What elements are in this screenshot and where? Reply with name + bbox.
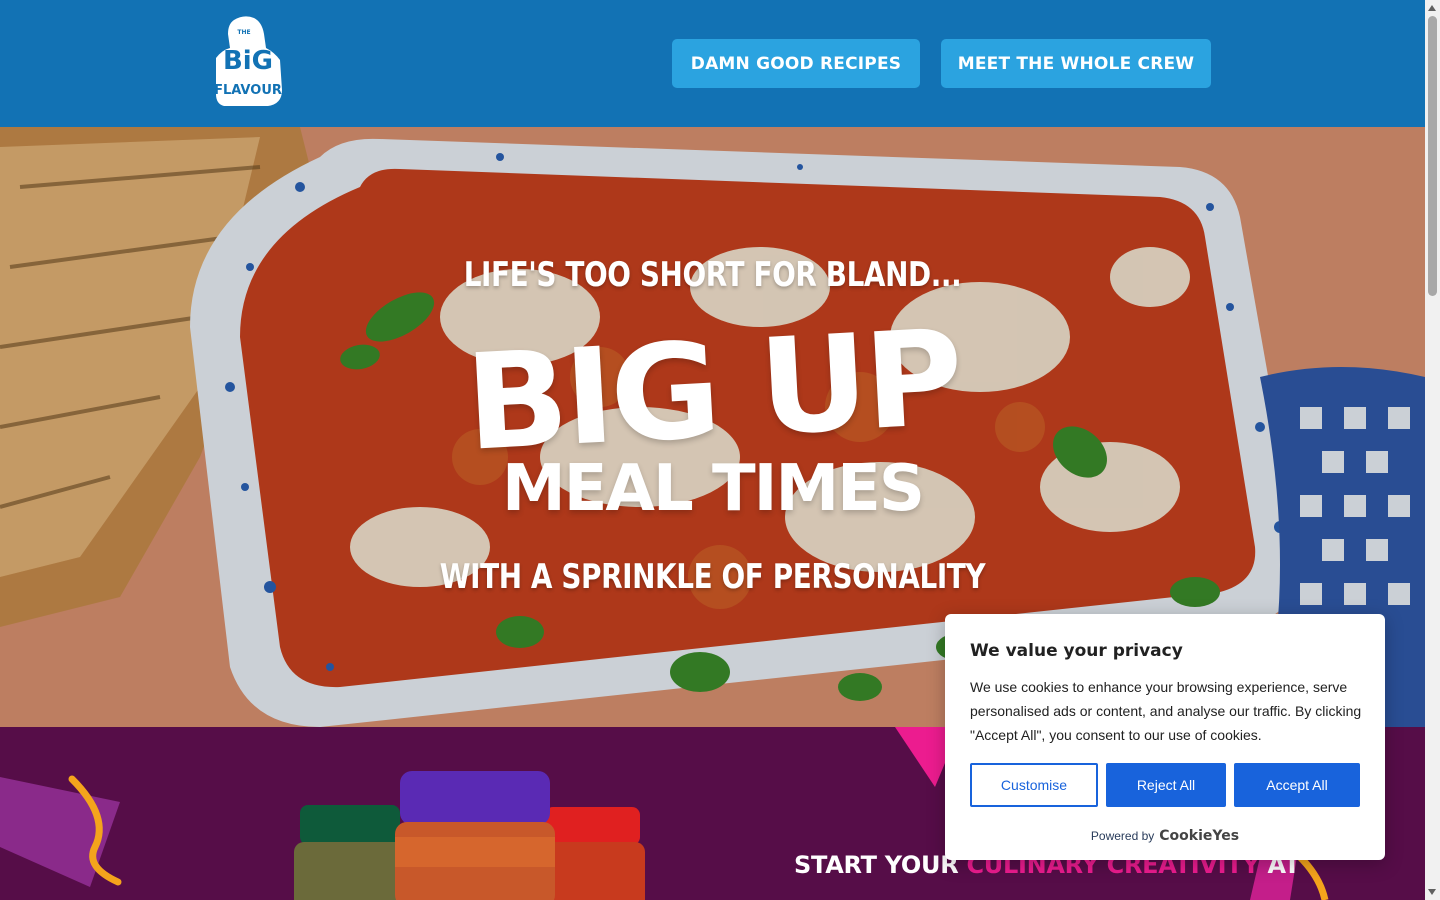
cookie-consent-banner: We value your privacy We use cookies to … — [945, 614, 1385, 860]
heading-text: START YOUR — [794, 851, 967, 879]
powered-by: Powered by CookieYes — [945, 828, 1385, 844]
nav-recipes-button[interactable]: DAMN GOOD RECIPES — [672, 39, 920, 88]
customise-button[interactable]: Customise — [970, 763, 1098, 807]
svg-text:THE: THE — [237, 29, 250, 36]
hero-subheadline: MEAL TIMES — [502, 452, 925, 526]
cookie-title: We value your privacy — [970, 641, 1183, 661]
scroll-up-icon[interactable] — [1428, 5, 1436, 11]
svg-text:FLAVOUR: FLAVOUR — [214, 83, 282, 98]
scroll-thumb[interactable] — [1428, 16, 1437, 296]
cookie-description: We use cookies to enhance your browsing … — [970, 679, 1362, 743]
hero-tagline-bottom: WITH A SPRINKLE OF PERSONALITY — [439, 557, 986, 597]
svg-text:BiG: BiG — [223, 46, 273, 76]
reject-all-button[interactable]: Reject All — [1106, 763, 1226, 807]
nav-crew-button[interactable]: MEET THE WHOLE CREW — [941, 39, 1211, 88]
site-header: THE BiG FLAVOUR DAMN GOOD RECIPES MEET T… — [0, 0, 1425, 127]
spice-jars-image — [294, 771, 645, 900]
hero-tagline-top: LIFE'S TOO SHORT FOR BLAND... — [463, 255, 962, 295]
page-scrollbar[interactable] — [1425, 0, 1440, 900]
big-flavour-logo[interactable]: THE BiG FLAVOUR — [214, 14, 284, 108]
scroll-down-icon[interactable] — [1428, 889, 1436, 895]
cookieyes-logo[interactable]: CookieYes — [1159, 828, 1239, 844]
accept-all-button[interactable]: Accept All — [1234, 763, 1360, 807]
powered-by-label: Powered by — [1090, 829, 1155, 843]
